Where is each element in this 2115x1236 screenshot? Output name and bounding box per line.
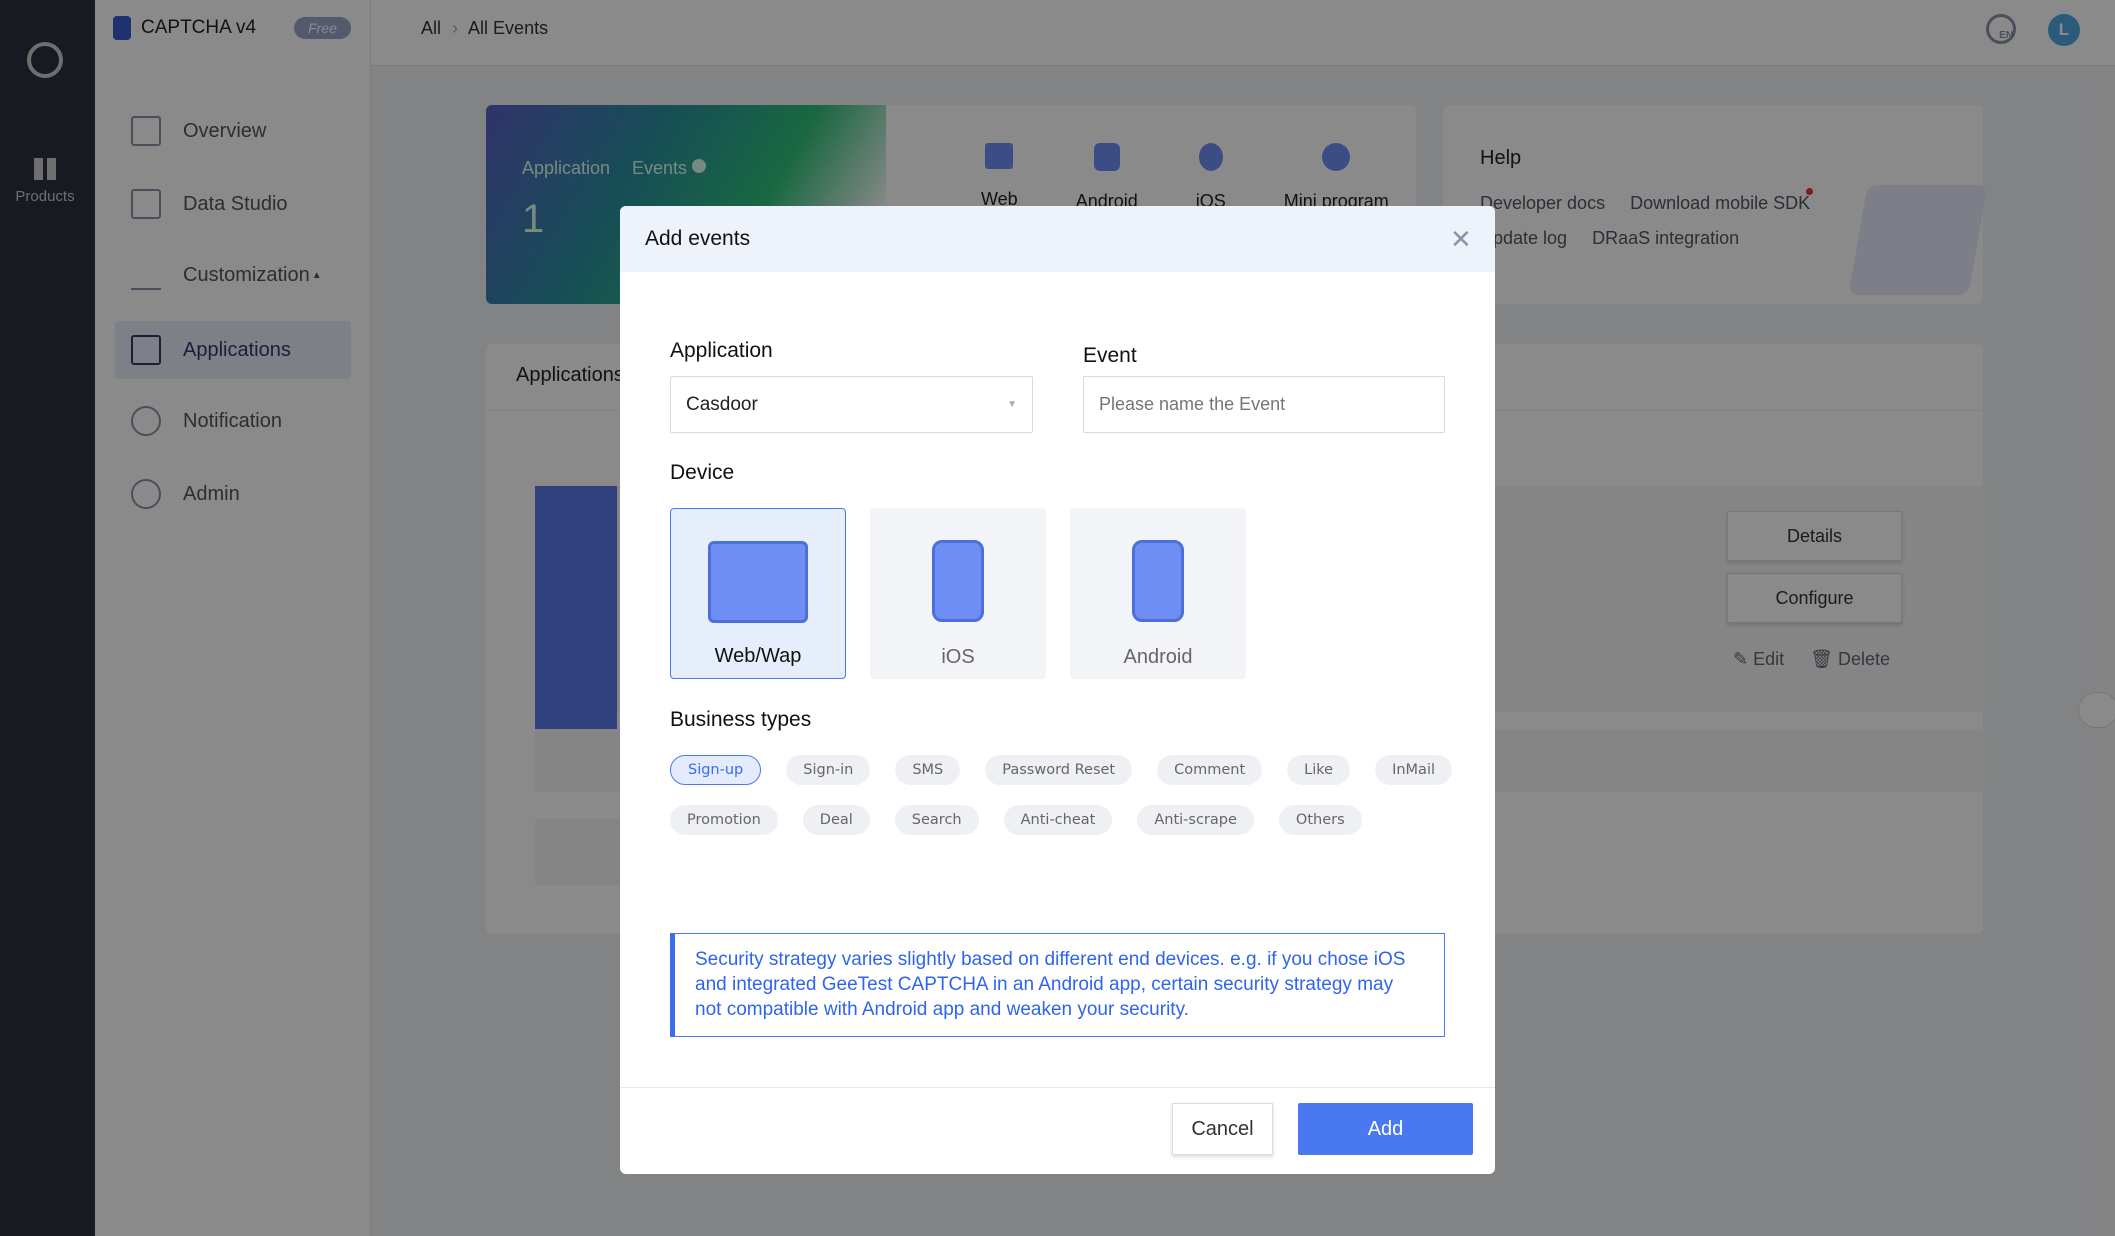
cancel-button[interactable]: Cancel — [1172, 1103, 1273, 1155]
dialog-header: Add events — [620, 206, 1495, 272]
device-web-wap[interactable]: Web/Wap — [670, 508, 846, 679]
device-android[interactable]: Android — [1070, 508, 1246, 679]
add-button[interactable]: Add — [1298, 1103, 1473, 1155]
security-notice: Security strategy varies slightly based … — [670, 933, 1445, 1037]
chip-password-reset[interactable]: Password Reset — [985, 755, 1133, 785]
business-type-chips: Sign-up Sign-in SMS Password Reset Comme… — [670, 755, 1452, 835]
chip-search[interactable]: Search — [894, 805, 979, 835]
business-types-label: Business types — [670, 708, 812, 731]
android-phone-icon — [1132, 540, 1184, 622]
event-name-input[interactable] — [1083, 376, 1445, 433]
iphone-icon — [932, 540, 984, 622]
chip-inmail[interactable]: InMail — [1375, 755, 1452, 785]
footer-divider — [620, 1087, 1495, 1088]
web-browser-icon — [708, 541, 808, 623]
chip-sign-up[interactable]: Sign-up — [670, 755, 762, 785]
chip-sign-in[interactable]: Sign-in — [786, 755, 871, 785]
chip-sms[interactable]: SMS — [895, 755, 961, 785]
chip-comment[interactable]: Comment — [1157, 755, 1263, 785]
close-icon[interactable]: ✕ — [1450, 224, 1472, 255]
chip-promotion[interactable]: Promotion — [670, 805, 778, 835]
application-label: Application — [670, 339, 773, 362]
dialog-title: Add events — [645, 227, 751, 250]
add-events-dialog: Add events ✕ Application Casdoor ▼ Event… — [620, 206, 1495, 1174]
chevron-down-icon: ▼ — [1007, 399, 1017, 410]
chip-like[interactable]: Like — [1287, 755, 1351, 785]
application-select[interactable]: Casdoor ▼ — [670, 376, 1033, 433]
chip-others[interactable]: Others — [1278, 805, 1362, 835]
device-label: Device — [670, 461, 735, 484]
chip-deal[interactable]: Deal — [802, 805, 870, 835]
device-ios[interactable]: iOS — [870, 508, 1046, 679]
event-label: Event — [1083, 344, 1137, 367]
chip-anti-cheat[interactable]: Anti-cheat — [1003, 805, 1113, 835]
chip-anti-scrape[interactable]: Anti-scrape — [1137, 805, 1254, 835]
